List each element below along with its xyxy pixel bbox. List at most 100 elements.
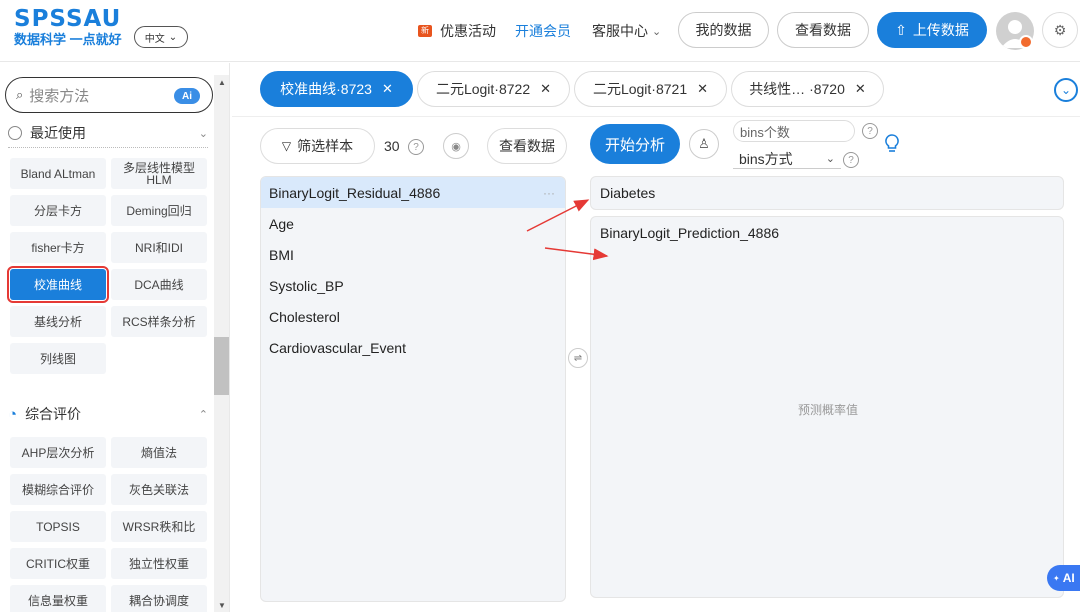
method-item[interactable]: WRSR秩和比 bbox=[111, 511, 207, 542]
bins-method-label: bins方式 bbox=[739, 150, 793, 167]
method-sidebar: ⌕ 搜索方法 Ai 最近使用 ⌄ Bland ALtman 多层线性模型HLM … bbox=[0, 63, 230, 612]
method-search-input[interactable]: ⌕ 搜索方法 Ai bbox=[5, 77, 213, 113]
method-item[interactable]: 信息量权重 bbox=[10, 585, 106, 612]
logo-slogan: 数据科学 一点就好 bbox=[14, 32, 122, 47]
method-item-calibration-curve[interactable]: 校准曲线 bbox=[7, 266, 109, 303]
close-icon[interactable]: ✕ bbox=[855, 81, 866, 97]
method-item[interactable]: 列线图 bbox=[10, 343, 106, 374]
bins-count-placeholder: bins个数 bbox=[740, 124, 790, 140]
tab-label: 二元Logit·8722 bbox=[435, 81, 531, 97]
filter-label: 筛选样本 bbox=[297, 138, 354, 154]
target-variable-box[interactable]: Diabetes bbox=[590, 176, 1064, 210]
ai-search-button[interactable]: Ai bbox=[174, 88, 200, 104]
recent-title: 最近使用 bbox=[30, 125, 86, 141]
method-item[interactable]: NRI和IDI bbox=[111, 232, 207, 263]
language-label: 中文 bbox=[144, 33, 165, 45]
list-item[interactable]: Cardiovascular_Event bbox=[261, 332, 565, 363]
bins-count-input[interactable]: bins个数 bbox=[733, 120, 855, 142]
method-item[interactable]: Bland ALtman bbox=[10, 158, 106, 189]
method-item[interactable]: fisher卡方 bbox=[10, 232, 106, 263]
tab-binary-logit-8722[interactable]: 二元Logit·8722 ✕ bbox=[417, 71, 570, 107]
gear-icon[interactable]: ⚙ bbox=[1042, 12, 1078, 48]
avatar-badge-icon bbox=[1019, 35, 1033, 49]
settings-dot-icon[interactable]: ◉ bbox=[443, 133, 469, 159]
evaluation-methods-grid: AHP层次分析 熵值法 模糊综合评价 灰色关联法 TOPSIS WRSR秩和比 … bbox=[10, 437, 207, 612]
list-item[interactable]: Systolic_BP bbox=[261, 270, 565, 301]
bins-method-select[interactable]: bins方式 ⌄ bbox=[733, 149, 841, 169]
search-placeholder: 搜索方法 bbox=[29, 87, 90, 105]
logo-text: SPSSAU bbox=[14, 6, 122, 32]
search-icon: ⌕ bbox=[16, 87, 24, 102]
promo-link[interactable]: 新 优惠活动 bbox=[418, 0, 496, 62]
method-item[interactable]: TOPSIS bbox=[10, 511, 106, 542]
prediction-hint: 预测概率值 bbox=[797, 403, 858, 417]
close-icon[interactable]: ✕ bbox=[697, 81, 708, 97]
ai-label: AI bbox=[1062, 571, 1075, 585]
more-icon[interactable]: ··· bbox=[543, 186, 555, 200]
method-item[interactable]: DCA曲线 bbox=[111, 269, 207, 300]
sample-count: 30 bbox=[384, 138, 400, 154]
clock-icon bbox=[8, 126, 22, 140]
help-icon[interactable]: ? bbox=[843, 152, 859, 168]
help-icon[interactable]: ? bbox=[408, 139, 424, 155]
view-data-button[interactable]: 查看数据 bbox=[487, 128, 567, 164]
evaluation-group-header[interactable]: ◔ 综合评价 ⌃ bbox=[8, 402, 208, 426]
method-item[interactable]: AHP层次分析 bbox=[10, 437, 106, 468]
filter-icon: ▽ bbox=[281, 139, 292, 153]
chevron-down-icon: ⌄ bbox=[825, 153, 835, 165]
ai-assistant-button[interactable]: ✦ AI bbox=[1047, 565, 1080, 591]
upload-label: 上传数据 bbox=[912, 22, 969, 38]
prediction-variable-box[interactable]: BinaryLogit_Prediction_4886 预测概率值 bbox=[590, 216, 1064, 598]
chevron-up-icon: ⌃ bbox=[198, 408, 208, 421]
tab-label: 校准曲线·8723 bbox=[280, 81, 372, 97]
method-item[interactable]: 基线分析 bbox=[10, 306, 106, 337]
start-analysis-button[interactable]: 开始分析 bbox=[590, 124, 680, 164]
scroll-down-icon[interactable]: ▼ bbox=[214, 598, 229, 612]
tab-label: 二元Logit·8721 bbox=[592, 81, 688, 97]
swap-icon[interactable]: ⇌ bbox=[568, 348, 588, 368]
list-item[interactable]: Age bbox=[261, 208, 565, 239]
method-item[interactable]: CRITIC权重 bbox=[10, 548, 106, 579]
filter-sample-button[interactable]: ▽ 筛选样本 bbox=[260, 128, 375, 164]
tab-collinearity-8720[interactable]: 共线性… ·8720 ✕ bbox=[731, 71, 884, 107]
method-item[interactable]: 模糊综合评价 bbox=[10, 474, 106, 505]
method-item[interactable]: 熵值法 bbox=[111, 437, 207, 468]
recent-group-header[interactable]: 最近使用 ⌄ bbox=[8, 121, 208, 145]
language-select[interactable]: 中文 ⌄ bbox=[134, 26, 188, 48]
prediction-variable: BinaryLogit_Prediction_4886 bbox=[600, 225, 780, 241]
pie-chart-icon: ◔ bbox=[8, 405, 18, 423]
recent-methods-grid: Bland ALtman 多层线性模型HLM 分层卡方 Deming回归 fis… bbox=[7, 158, 207, 374]
help-icon[interactable]: ? bbox=[862, 123, 878, 139]
method-item[interactable]: RCS样条分析 bbox=[111, 306, 207, 337]
promo-label: 优惠活动 bbox=[440, 23, 496, 39]
scroll-up-icon[interactable]: ▲ bbox=[214, 75, 229, 89]
variable-list: BinaryLogit_Residual_4886 ··· Age BMI Sy… bbox=[260, 176, 566, 602]
view-data-button[interactable]: 查看数据 bbox=[777, 12, 869, 48]
chevron-down-icon: ⌄ bbox=[168, 31, 178, 43]
list-item[interactable]: BinaryLogit_Residual_4886 ··· bbox=[261, 177, 565, 208]
close-icon[interactable]: ✕ bbox=[382, 81, 393, 97]
method-item[interactable]: 灰色关联法 bbox=[111, 474, 207, 505]
tab-calibration-curve[interactable]: 校准曲线·8723 ✕ bbox=[260, 71, 413, 107]
promo-badge-icon: 新 bbox=[418, 25, 432, 37]
vip-link[interactable]: 开通会员 bbox=[515, 0, 571, 62]
divider bbox=[8, 147, 208, 148]
method-item[interactable]: Deming回归 bbox=[111, 195, 207, 226]
lightbulb-icon[interactable] bbox=[884, 133, 900, 155]
method-item[interactable]: 分层卡方 bbox=[10, 195, 106, 226]
divider bbox=[232, 116, 1080, 117]
sidebar-scroll-thumb[interactable] bbox=[214, 337, 229, 395]
my-data-button[interactable]: 我的数据 bbox=[678, 12, 769, 48]
method-item[interactable]: 独立性权重 bbox=[111, 548, 207, 579]
list-item[interactable]: BMI bbox=[261, 239, 565, 270]
close-icon[interactable]: ✕ bbox=[540, 81, 551, 97]
chevron-down-icon[interactable]: ⌄ bbox=[1054, 78, 1078, 102]
logo[interactable]: SPSSAU 数据科学 一点就好 bbox=[14, 6, 122, 48]
list-item[interactable]: Cholesterol bbox=[261, 301, 565, 332]
upload-data-button[interactable]: ⇧ 上传数据 bbox=[877, 12, 987, 48]
tab-binary-logit-8721[interactable]: 二元Logit·8721 ✕ bbox=[574, 71, 727, 107]
method-item[interactable]: 耦合协调度 bbox=[111, 585, 207, 612]
method-item[interactable]: 多层线性模型HLM bbox=[111, 158, 207, 189]
clean-brush-icon[interactable]: ♙ bbox=[689, 129, 719, 159]
service-center-menu[interactable]: 客服中心 ⌄ bbox=[592, 0, 661, 62]
